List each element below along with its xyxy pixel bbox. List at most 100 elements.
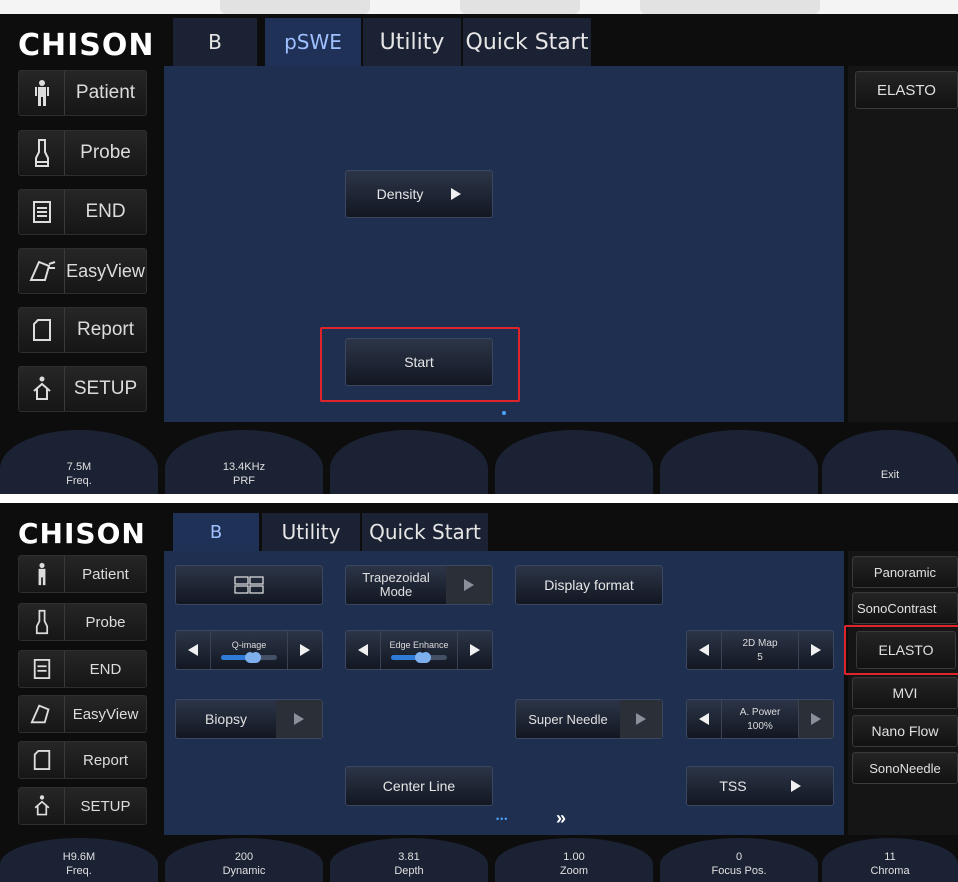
report-icon <box>19 742 65 778</box>
knob-prf[interactable]: 13.4KHz PRF <box>165 430 323 494</box>
tab-pswe[interactable]: pSWE <box>265 18 361 66</box>
sidebar-item-end[interactable]: END <box>18 189 147 235</box>
density-label: Density <box>376 186 424 202</box>
super-needle-button[interactable]: Super Needle <box>515 699 663 739</box>
sidebar-item-probe[interactable]: Probe <box>18 130 147 176</box>
sidebar-item-easyview[interactable]: EasyView <box>18 695 147 733</box>
tab-b[interactable]: B <box>173 513 259 551</box>
trapezoidal-mode-label: Trapezoidal Mode <box>362 570 430 599</box>
edge-enhance-label: Edge Enhance <box>389 640 449 650</box>
a-power-label: A. Power <box>739 706 781 718</box>
biopsy-button[interactable]: Biopsy <box>175 699 323 739</box>
q-image-control[interactable]: Q-image 2 <box>175 630 323 670</box>
mode-button-mvi[interactable]: MVI <box>852 677 958 709</box>
decrease-arrow-icon[interactable] <box>346 631 380 669</box>
sidebar-item-label: SETUP <box>73 378 138 399</box>
knob-freq[interactable]: H9.6M Freq. <box>0 838 158 882</box>
knob-dynamic[interactable]: 200 Dynamic <box>165 838 323 882</box>
mode-button-sononeedle[interactable]: SonoNeedle <box>852 752 958 784</box>
edge-enhance-value: 2 <box>415 648 431 663</box>
sidebar-item-setup[interactable]: SETUP <box>18 787 147 825</box>
knob-label: Exit <box>880 469 900 481</box>
brand-logo: CHISON <box>18 28 155 63</box>
sidebar-item-report[interactable]: Report <box>18 307 147 353</box>
knob-focus-pos[interactable]: 0 Focus Pos. <box>660 838 818 882</box>
layout-quad-button[interactable] <box>175 565 323 605</box>
pswe-screen: CHISON B pSWE Utility Quick Start Patien… <box>0 14 958 494</box>
report-icon <box>19 308 65 352</box>
knob-freq[interactable]: 7.5M Freq. <box>0 430 158 494</box>
sidebar-item-report[interactable]: Report <box>18 741 147 779</box>
page-indicator-dots: ••• <box>496 814 509 824</box>
mode-button-panoramic[interactable]: Panoramic <box>852 556 958 588</box>
a-power-control[interactable]: A. Power 100% <box>686 699 834 739</box>
edge-enhance-control[interactable]: Edge Enhance 2 <box>345 630 493 670</box>
super-needle-label: Super Needle <box>528 711 608 727</box>
tss-button[interactable]: TSS <box>686 766 834 806</box>
sidebar-item-probe[interactable]: Probe <box>18 603 147 641</box>
brand-logo: CHISON <box>18 517 146 550</box>
increase-arrow-icon[interactable] <box>288 631 322 669</box>
setup-icon <box>19 367 65 411</box>
tss-label: TSS <box>719 778 747 794</box>
knob-label: Focus Pos. <box>711 865 767 877</box>
increase-arrow-icon[interactable] <box>458 631 492 669</box>
arrow-right-icon <box>620 700 662 738</box>
increase-arrow-icon[interactable] <box>799 631 833 669</box>
sidebar-item-end[interactable]: END <box>18 650 147 688</box>
tab-b[interactable]: B <box>173 18 257 66</box>
sidebar-item-setup[interactable]: SETUP <box>18 366 147 412</box>
probe-icon <box>19 131 65 175</box>
knob-zoom[interactable]: 1.00 Zoom <box>495 838 653 882</box>
patient-icon <box>19 71 65 115</box>
sidebar-item-patient[interactable]: Patient <box>18 555 147 593</box>
edge-enhance-slider: Edge Enhance 2 <box>380 631 458 669</box>
tab-utility[interactable]: Utility <box>363 18 461 66</box>
increase-arrow-icon[interactable] <box>799 700 833 738</box>
trapezoidal-mode-button[interactable]: Trapezoidal Mode <box>345 565 493 605</box>
knob-chroma[interactable]: 11 Chroma <box>822 838 958 882</box>
q-image-track: 2 <box>221 648 277 663</box>
knob-depth[interactable]: 3.81 Depth <box>330 838 488 882</box>
mode-button-sonocontrast[interactable]: SonoContrast <box>852 592 958 624</box>
sidebar-item-patient[interactable]: Patient <box>18 70 147 116</box>
arrow-right-icon <box>790 780 801 792</box>
knob-exit[interactable]: Exit <box>822 430 958 494</box>
patient-icon <box>19 556 65 592</box>
center-line-button[interactable]: Center Line <box>345 766 493 806</box>
probe-icon <box>19 604 65 640</box>
tab-quick-start[interactable]: Quick Start <box>463 18 591 66</box>
sidebar-item-label: EasyView <box>66 260 145 281</box>
density-button[interactable]: Density <box>345 170 493 218</box>
decrease-arrow-icon[interactable] <box>176 631 210 669</box>
sidebar-item-label: Report <box>76 319 135 340</box>
decrease-arrow-icon[interactable] <box>687 631 721 669</box>
decrease-arrow-icon[interactable] <box>687 700 721 738</box>
sidebar-item-label: END <box>89 660 122 678</box>
knob-empty-5[interactable] <box>660 430 818 494</box>
knob-empty-3[interactable] <box>330 430 488 494</box>
display-format-button[interactable]: Display format <box>515 565 663 605</box>
tab-quick-start[interactable]: Quick Start <box>362 513 488 551</box>
a-power-readout: A. Power 100% <box>721 700 799 738</box>
sidebar-item-label: Probe <box>80 142 131 163</box>
knob-value: 0 <box>735 851 743 863</box>
tab-utility[interactable]: Utility <box>262 513 360 551</box>
sidebar-item-easyview[interactable]: EasyView <box>18 248 147 294</box>
q-image-label: Q-image <box>231 640 267 650</box>
next-page-button[interactable]: » <box>556 808 566 829</box>
end-icon <box>19 190 65 234</box>
mode-button-nano-flow[interactable]: Nano Flow <box>852 715 958 747</box>
knob-label: Freq. <box>66 475 92 487</box>
center-line-label: Center Line <box>382 778 456 794</box>
sidebar-item-label: Patient <box>82 565 129 583</box>
knob-value: 3.81 <box>398 851 420 863</box>
arrow-right-icon <box>446 566 492 604</box>
knob-value: 200 <box>234 851 254 863</box>
b-mode-screen: CHISON B Utility Quick Start Patient Pro… <box>0 503 958 882</box>
2d-map-control[interactable]: 2D Map 5 <box>686 630 834 670</box>
knob-empty-4[interactable] <box>495 430 653 494</box>
knob-label: Freq. <box>66 865 92 877</box>
mode-button-elasto[interactable]: ELASTO <box>855 71 958 109</box>
knob-value: 13.4KHz <box>222 461 266 473</box>
